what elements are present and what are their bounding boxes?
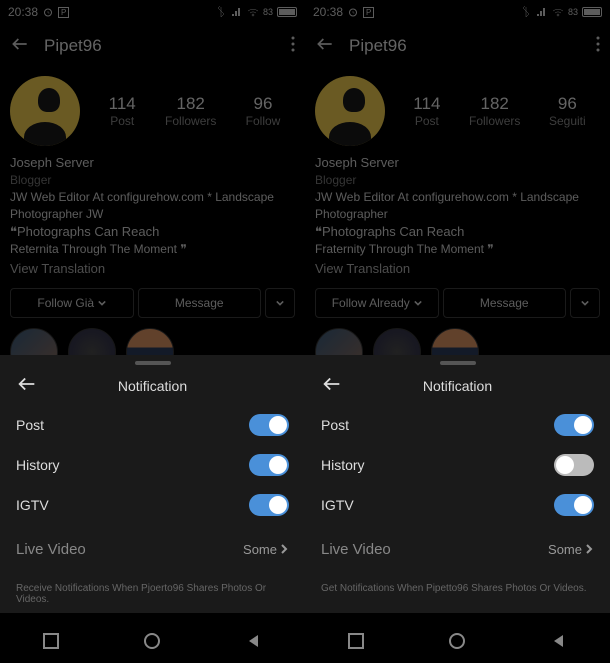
bio-sub: Fraternity Through The Moment ❞ xyxy=(315,241,600,258)
notification-sheet: Notification Post History IGTV Live Vide… xyxy=(0,355,305,613)
stat-followers[interactable]: 182Followers xyxy=(165,94,216,128)
highlight-item[interactable]: My Job xyxy=(10,328,58,355)
follow-button[interactable]: Follow Già xyxy=(10,288,134,318)
avatar[interactable] xyxy=(315,76,385,146)
highlights-row: My Job Calabria Salento xyxy=(0,328,305,355)
highlight-item[interactable]: Salento xyxy=(431,328,479,355)
bio-category: Blogger xyxy=(10,172,295,189)
signal-icon xyxy=(536,6,548,18)
toggle-history[interactable] xyxy=(249,454,289,476)
stat-posts[interactable]: 114Post xyxy=(109,94,136,128)
stat-posts[interactable]: 114Post xyxy=(413,94,440,128)
bluetooth-icon xyxy=(215,6,227,18)
signal-icon xyxy=(231,6,243,18)
back-button[interactable] xyxy=(315,34,335,59)
sheet-handle[interactable] xyxy=(440,361,476,365)
nav-recent-button[interactable] xyxy=(348,633,364,649)
highlight-item[interactable]: Palatino xyxy=(373,328,421,355)
more-options-button[interactable] xyxy=(596,36,600,57)
toggle-history[interactable] xyxy=(554,454,594,476)
alarm-icon xyxy=(42,6,54,18)
alarm-icon xyxy=(347,6,359,18)
p-icon: P xyxy=(363,7,374,18)
battery-icon xyxy=(582,7,602,17)
toggle-igtv[interactable] xyxy=(249,494,289,516)
clock: 20:38 xyxy=(313,5,343,19)
highlight-item[interactable]: My Job xyxy=(315,328,363,355)
stat-following[interactable]: 96Follow xyxy=(246,94,281,128)
more-options-button[interactable] xyxy=(291,36,295,57)
suggest-button[interactable] xyxy=(265,288,295,318)
battery-pct: 83 xyxy=(568,7,578,17)
row-history: History xyxy=(16,445,289,485)
bio-line: JW Web Editor At configurehow.com * Land… xyxy=(10,189,295,223)
row-post: Post xyxy=(321,405,594,445)
view-translation-link[interactable]: View Translation xyxy=(315,260,600,278)
message-button[interactable]: Message xyxy=(138,288,262,318)
toggle-post[interactable] xyxy=(554,414,594,436)
android-nav-bar xyxy=(305,619,610,663)
bio-quote: ❝Photographs Can Reach xyxy=(315,223,600,241)
avatar[interactable] xyxy=(10,76,80,146)
nav-home-button[interactable] xyxy=(144,633,160,649)
stat-followers[interactable]: 182Followers xyxy=(469,94,520,128)
nav-back-button[interactable] xyxy=(246,633,262,649)
nav-back-button[interactable] xyxy=(551,633,567,649)
status-bar: 20:38 P 83 xyxy=(305,0,610,24)
wifi-icon xyxy=(247,6,259,18)
bio-name: Joseph Server xyxy=(315,154,600,172)
chevron-right-icon xyxy=(584,544,594,554)
follow-button[interactable]: Follow Already xyxy=(315,288,439,318)
p-icon: P xyxy=(58,7,69,18)
back-button[interactable] xyxy=(10,34,30,59)
sheet-note: Receive Notifications When Pjoerto96 Sha… xyxy=(16,583,289,605)
row-igtv: IGTV xyxy=(321,485,594,525)
header-username: Pipet96 xyxy=(349,36,582,56)
status-bar: 20:38 P 83 xyxy=(0,0,305,24)
highlight-item[interactable]: Salento xyxy=(126,328,174,355)
toggle-post[interactable] xyxy=(249,414,289,436)
wifi-icon xyxy=(552,6,564,18)
row-live-video[interactable]: Live Video Some xyxy=(16,527,289,571)
chevron-right-icon xyxy=(279,544,289,554)
clock: 20:38 xyxy=(8,5,38,19)
battery-icon xyxy=(277,7,297,17)
row-igtv: IGTV xyxy=(16,485,289,525)
highlight-item[interactable]: Calabria xyxy=(68,328,116,355)
bio-line: JW Web Editor At configurehow.com * Land… xyxy=(315,189,600,223)
row-post: Post xyxy=(16,405,289,445)
nav-home-button[interactable] xyxy=(449,633,465,649)
sheet-note: Get Notifications When Pipetto96 Shares … xyxy=(321,583,594,594)
stat-following[interactable]: 96Seguiti xyxy=(549,94,586,128)
view-translation-link[interactable]: View Translation xyxy=(10,260,295,278)
bluetooth-icon xyxy=(520,6,532,18)
bio-quote: ❝Photographs Can Reach xyxy=(10,223,295,241)
header-username: Pipet96 xyxy=(44,36,277,56)
row-live-video[interactable]: Live Video Some xyxy=(321,527,594,571)
bio-sub: Reternita Through The Moment ❞ xyxy=(10,241,295,258)
bio-name: Joseph Server xyxy=(10,154,295,172)
toggle-igtv[interactable] xyxy=(554,494,594,516)
android-nav-bar xyxy=(0,619,305,663)
battery-pct: 83 xyxy=(263,7,273,17)
sheet-title: Notification xyxy=(16,378,289,394)
notification-sheet: Notification Post History IGTV Live Vide… xyxy=(305,355,610,613)
bio-category: Blogger xyxy=(315,172,600,189)
message-button[interactable]: Message xyxy=(443,288,567,318)
highlights-row: My Job Palatino Salento xyxy=(305,328,610,355)
sheet-title: Notification xyxy=(321,378,594,394)
row-history: History xyxy=(321,445,594,485)
nav-recent-button[interactable] xyxy=(43,633,59,649)
sheet-handle[interactable] xyxy=(135,361,171,365)
suggest-button[interactable] xyxy=(570,288,600,318)
